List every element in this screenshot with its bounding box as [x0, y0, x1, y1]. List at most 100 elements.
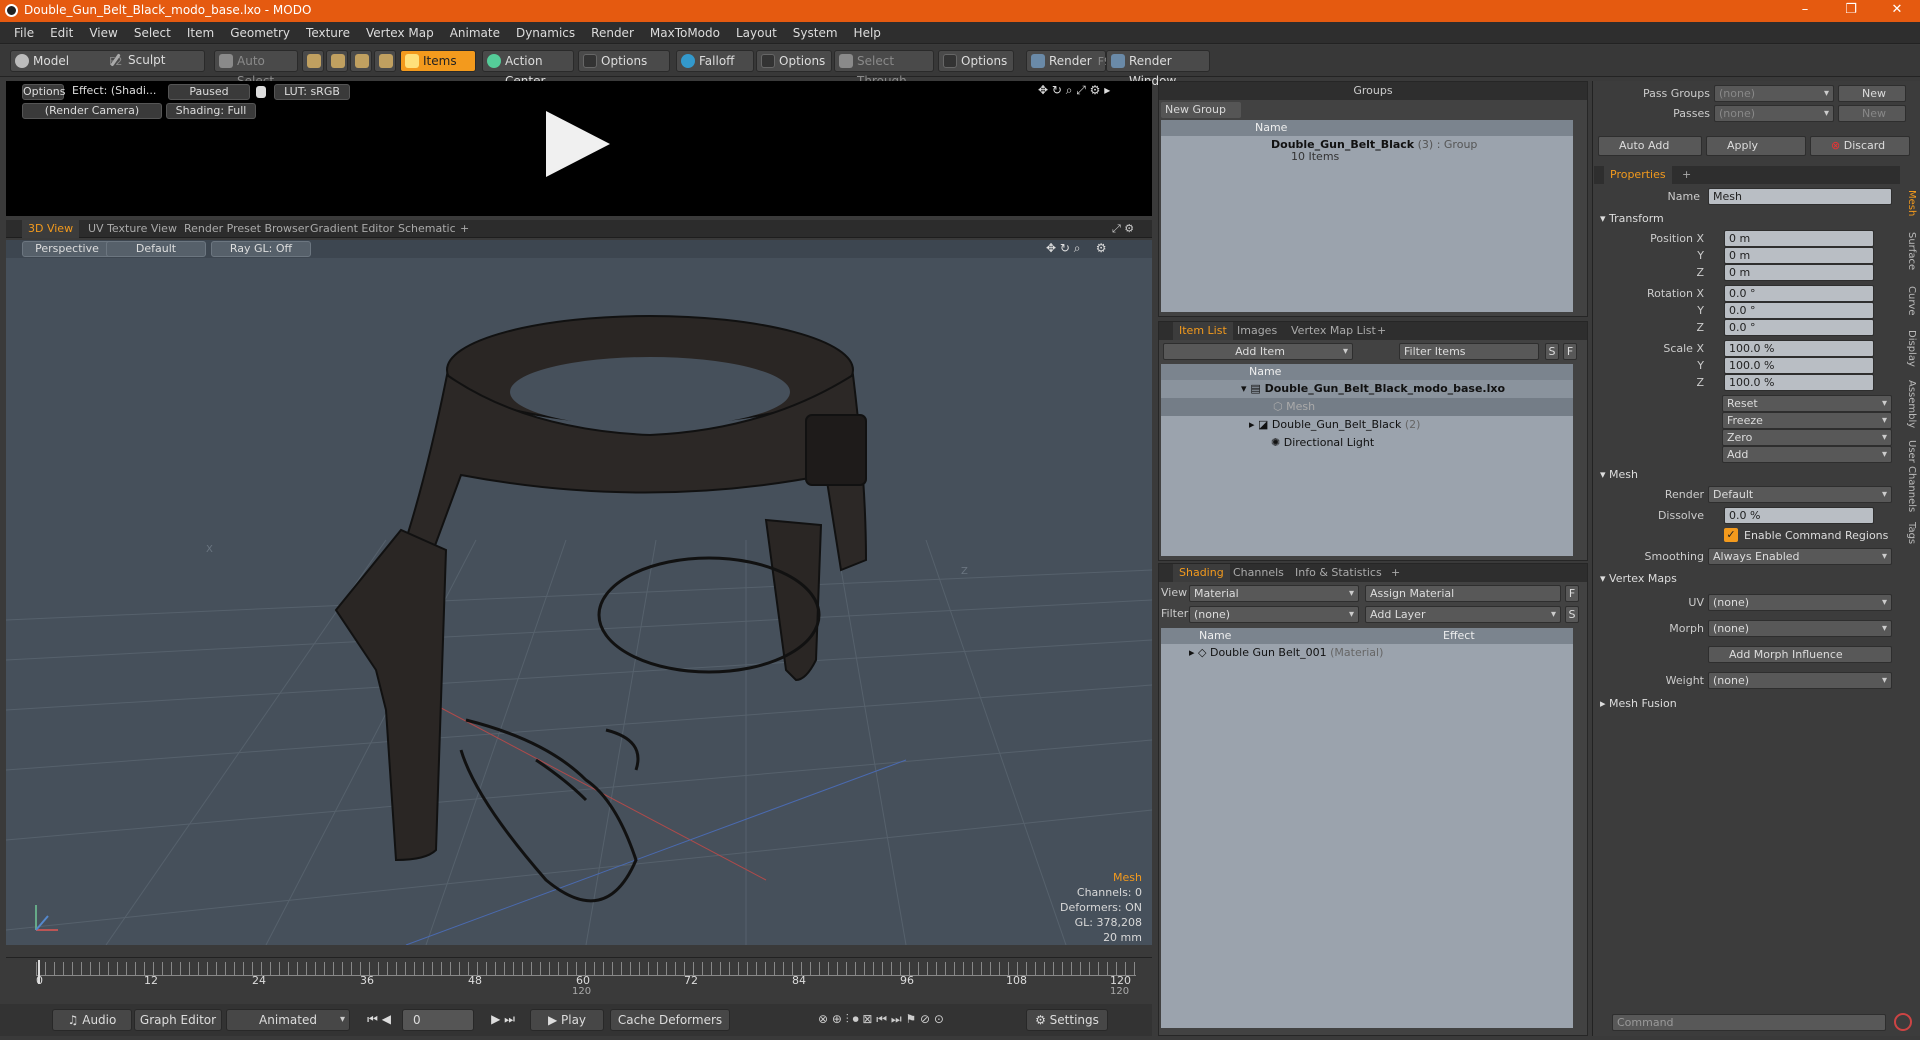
side-tab-surface[interactable]: Surface: [1901, 232, 1917, 270]
minimize-button[interactable]: –: [1782, 0, 1828, 22]
tab-schematic[interactable]: Schematic: [392, 220, 462, 238]
filter-toggle[interactable]: F: [1563, 343, 1577, 360]
material-mode-button[interactable]: [374, 50, 396, 72]
tree-row-mesh[interactable]: ⬡ Mesh: [1161, 398, 1573, 416]
add-morph-influence-button[interactable]: Add Morph Influence: [1708, 646, 1892, 663]
tree-row-scene[interactable]: ▾ ▤ Double_Gun_Belt_Black_modo_base.lxo: [1161, 380, 1573, 398]
lock-icon[interactable]: [256, 86, 266, 98]
preview-nav-icons[interactable]: ✥ ↻ ⌕ ⤢ ⚙ ▸: [1038, 83, 1110, 98]
smoothing-dropdown[interactable]: Always Enabled: [1708, 548, 1892, 565]
tab-properties[interactable]: Properties: [1604, 166, 1672, 184]
filter-dropdown[interactable]: (none): [1189, 606, 1359, 623]
falloff-button[interactable]: Falloff: [676, 50, 754, 72]
effect-dropdown[interactable]: Effect: (Shadi...: [72, 84, 164, 100]
skip-forward-buttons[interactable]: ▶ ⏭: [478, 1009, 528, 1031]
animated-dropdown[interactable]: Animated: [226, 1009, 350, 1031]
falloff-options-button[interactable]: Options: [756, 50, 832, 72]
menu-maxtomodo[interactable]: MaxToModo: [642, 22, 728, 44]
scale-y-field[interactable]: 100.0 %: [1724, 357, 1874, 374]
morph-dropdown[interactable]: (none): [1708, 620, 1892, 637]
tab-gradient-editor[interactable]: Gradient Editor: [304, 220, 400, 238]
add-item-dropdown[interactable]: Add Item: [1163, 343, 1353, 360]
menu-render[interactable]: Render: [583, 22, 642, 44]
tab-images[interactable]: Images: [1231, 322, 1283, 340]
rotation-y-field[interactable]: 0.0 °: [1724, 302, 1874, 319]
vertex-maps-section[interactable]: ▾ Vertex Maps: [1600, 572, 1677, 585]
sculpt-button[interactable]: Sculpt: [106, 50, 204, 72]
freeze-dropdown[interactable]: Freeze: [1722, 412, 1892, 429]
key-tool-icons[interactable]: ⊗ ⊕ ⫶ ⏺ ⊠ ⏮ ⏭ ⚑ ⊘ ⊙: [736, 1009, 1026, 1031]
audio-button[interactable]: ♫ Audio: [52, 1009, 132, 1031]
menu-vertex-map[interactable]: Vertex Map: [358, 22, 442, 44]
polygon-mode-button[interactable]: [350, 50, 372, 72]
tree-row-group[interactable]: ▸ ◪ Double_Gun_Belt_Black (2): [1161, 416, 1573, 434]
material-row[interactable]: ▸ ◇ Double Gun Belt_001 (Material): [1161, 644, 1573, 662]
shading-dropdown[interactable]: Shading: Full: [166, 103, 256, 119]
render-window-button[interactable]: Render Window: [1106, 50, 1210, 88]
zero-dropdown[interactable]: Zero: [1722, 429, 1892, 446]
edge-mode-button[interactable]: [326, 50, 348, 72]
menu-geometry[interactable]: Geometry: [222, 22, 298, 44]
auto-select-button[interactable]: Auto Select: [214, 50, 298, 88]
apply-button[interactable]: Apply: [1706, 136, 1806, 156]
menu-item[interactable]: Item: [179, 22, 222, 44]
mesh-section[interactable]: ▾ Mesh: [1600, 468, 1638, 481]
stop-icon[interactable]: [1894, 1013, 1912, 1031]
render-dropdown[interactable]: Default: [1708, 486, 1892, 503]
passes-dropdown[interactable]: (none): [1714, 105, 1834, 122]
rotation-x-field[interactable]: 0.0 °: [1724, 285, 1874, 302]
paused-toggle[interactable]: Paused: [168, 84, 250, 100]
add-tab-button[interactable]: +: [1676, 166, 1697, 184]
playhead[interactable]: [38, 960, 40, 984]
preview-options-button[interactable]: Options: [22, 84, 65, 100]
action-center-options-button[interactable]: Options: [578, 50, 670, 72]
side-tab-curve[interactable]: Curve: [1901, 286, 1917, 316]
transform-section[interactable]: ▾ Transform: [1600, 212, 1664, 225]
discard-button[interactable]: ⊗ Discard: [1810, 136, 1910, 156]
tree-row-light[interactable]: ✺ Directional Light: [1161, 434, 1573, 452]
side-tab-user-channels[interactable]: User Channels: [1901, 440, 1917, 512]
menu-select[interactable]: Select: [126, 22, 179, 44]
mesh-fusion-section[interactable]: ▸ Mesh Fusion: [1600, 697, 1677, 710]
tab-vertex-map-list[interactable]: Vertex Map List: [1285, 322, 1382, 340]
new-pass-group-button[interactable]: New: [1838, 85, 1906, 102]
menu-dynamics[interactable]: Dynamics: [508, 22, 583, 44]
menu-layout[interactable]: Layout: [728, 22, 785, 44]
timeline[interactable]: 0 12 24 36 48 60 72 84 96 108 120 120 12…: [6, 957, 1152, 999]
scale-x-field[interactable]: 100.0 %: [1724, 340, 1874, 357]
view-dropdown[interactable]: Material: [1189, 585, 1359, 602]
camera-dropdown[interactable]: (Render Camera): [22, 103, 162, 119]
search-toggle[interactable]: S: [1545, 343, 1559, 360]
graph-editor-button[interactable]: Graph Editor: [134, 1009, 222, 1031]
frame-input[interactable]: 0: [402, 1009, 474, 1031]
tab-shading[interactable]: Shading: [1173, 564, 1230, 582]
uv-dropdown[interactable]: (none): [1708, 594, 1892, 611]
filter-items-input[interactable]: Filter Items: [1399, 343, 1539, 360]
viewport-expand-icon[interactable]: ⤢ ⚙: [1106, 220, 1140, 238]
new-pass-button[interactable]: New: [1838, 105, 1906, 122]
tab-render-preset-browser[interactable]: Render Preset Browser: [178, 220, 315, 238]
cache-deformers-button[interactable]: Cache Deformers: [610, 1009, 730, 1031]
pass-groups-dropdown[interactable]: (none): [1714, 85, 1834, 102]
tab-3d-view[interactable]: 3D View: [22, 220, 80, 238]
filter-toggle[interactable]: F: [1565, 585, 1579, 602]
select-through-button[interactable]: Select Through: [834, 50, 934, 88]
side-tab-mesh[interactable]: Mesh: [1901, 190, 1917, 216]
search-toggle[interactable]: S: [1565, 606, 1579, 623]
side-tab-tags[interactable]: Tags: [1901, 522, 1917, 544]
tab-item-list[interactable]: Item List: [1173, 322, 1233, 340]
add-dropdown[interactable]: Add: [1722, 446, 1892, 463]
lut-dropdown[interactable]: LUT: sRGB: [274, 84, 350, 100]
close-button[interactable]: ✕: [1874, 0, 1920, 22]
menu-file[interactable]: File: [6, 22, 42, 44]
side-tab-assembly[interactable]: Assembly: [1901, 380, 1917, 428]
reset-dropdown[interactable]: Reset: [1722, 395, 1892, 412]
name-field[interactable]: Mesh: [1708, 188, 1892, 205]
maximize-button[interactable]: ❐: [1828, 0, 1874, 22]
menu-animate[interactable]: Animate: [442, 22, 508, 44]
menu-texture[interactable]: Texture: [298, 22, 358, 44]
skip-back-buttons[interactable]: ⏮ ◀: [354, 1009, 404, 1031]
vertex-mode-button[interactable]: [302, 50, 324, 72]
tab-info-statistics[interactable]: Info & Statistics: [1289, 564, 1388, 582]
render-button[interactable]: Render F9: [1026, 50, 1111, 72]
